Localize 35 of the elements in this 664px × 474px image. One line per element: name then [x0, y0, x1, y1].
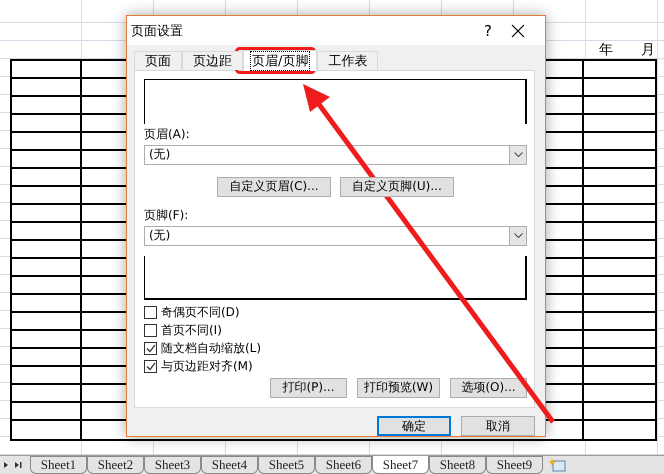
- chevron-icon: [514, 152, 522, 158]
- dialog-tab[interactable]: 页面: [134, 50, 182, 70]
- year-label: 年: [599, 42, 613, 59]
- sheet-tab[interactable]: Sheet2: [87, 456, 144, 474]
- sheet-tab[interactable]: Sheet9: [486, 456, 543, 474]
- option-checkbox[interactable]: 随文档自动缩放(L): [144, 340, 527, 358]
- option-checkbox[interactable]: 与页边距对齐(M): [144, 358, 527, 376]
- dialog-tab[interactable]: 工作表: [317, 50, 378, 70]
- footer-select[interactable]: (无): [144, 226, 527, 246]
- header-label: 页眉(A):: [144, 126, 191, 142]
- custom-button[interactable]: 自定义页眉(C)...: [217, 176, 331, 197]
- print-option-button[interactable]: 打印预览(W): [357, 378, 440, 398]
- print-option-button[interactable]: 选项(O)...: [450, 378, 527, 398]
- sheet-tab[interactable]: Sheet6: [315, 456, 372, 474]
- sheet-tab[interactable]: Sheet4: [201, 456, 258, 474]
- help-button[interactable]: ?: [465, 22, 511, 40]
- sheet-tab[interactable]: Sheet5: [258, 456, 315, 474]
- ok-button[interactable]: 确定: [377, 416, 451, 436]
- header-select[interactable]: (无): [144, 144, 527, 165]
- dialog-tab[interactable]: 页眉/页脚: [243, 50, 318, 71]
- sheet-tab[interactable]: Sheet1: [30, 456, 87, 474]
- month-label: 月: [641, 42, 655, 59]
- cancel-button[interactable]: 取消: [461, 416, 535, 436]
- footer-label: 页脚(F):: [144, 208, 190, 223]
- custom-button[interactable]: 自定义页脚(U)...: [340, 176, 454, 197]
- print-option-button[interactable]: 打印(P)...: [270, 378, 347, 398]
- sheet-tab[interactable]: Sheet3: [144, 456, 201, 474]
- option-checkbox[interactable]: 奇偶页不同(D): [144, 304, 527, 322]
- sheet-tab[interactable]: Sheet7: [372, 456, 429, 474]
- chevron-icon: [514, 232, 522, 239]
- dialog-tab[interactable]: 页边距: [182, 50, 243, 70]
- option-checkbox[interactable]: 首页不同(I): [144, 322, 527, 340]
- close-icon[interactable]: [511, 24, 525, 38]
- sheet-tab[interactable]: Sheet8: [429, 456, 486, 474]
- dialog-title: 页面设置: [131, 22, 184, 40]
